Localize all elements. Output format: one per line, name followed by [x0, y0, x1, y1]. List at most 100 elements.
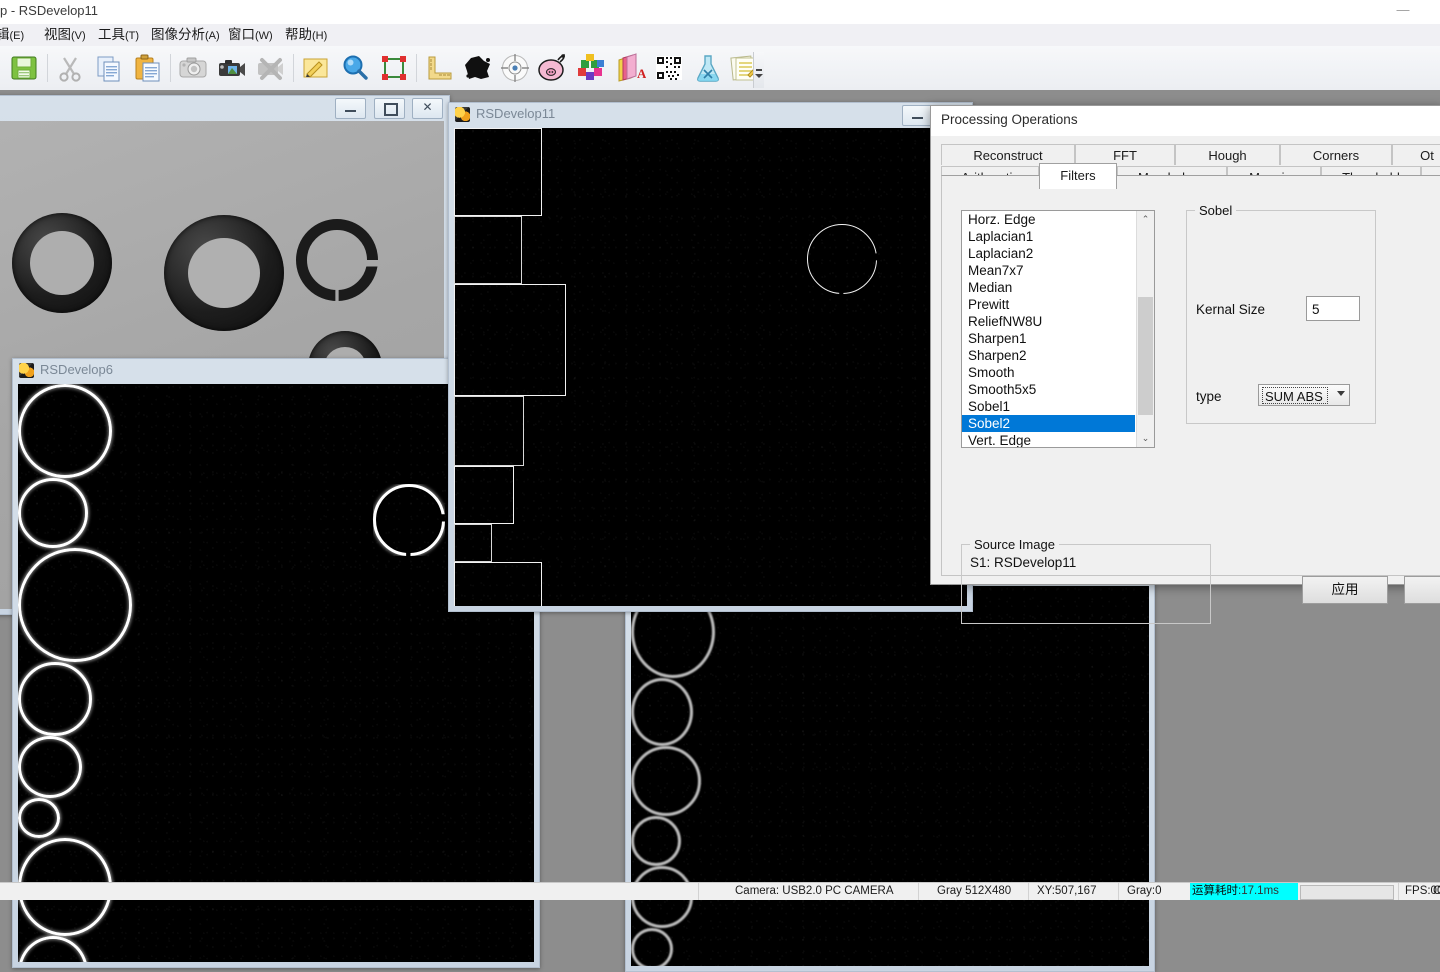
dialog-titlebar[interactable]: Processing Operations — [931, 106, 1440, 136]
tab-filters[interactable]: Filters — [1039, 163, 1117, 189]
toolbar-separator — [170, 54, 171, 82]
scroll-up-icon[interactable]: ⌃ — [1137, 211, 1154, 228]
app-window-icon — [19, 363, 34, 378]
o-ring — [164, 215, 284, 331]
menu-mnemonic: (V) — [71, 30, 86, 42]
svg-text:A: A — [637, 66, 646, 81]
toolbar-overflow-button[interactable] — [753, 52, 764, 88]
filters-tab-page: Horz. Edge Laplacian1 Laplacian2 Mean7x7… — [941, 175, 1440, 624]
close-button[interactable] — [412, 98, 443, 119]
filter-item-sobel2[interactable]: Sobel2 — [962, 415, 1135, 432]
filter-item-laplacian1[interactable]: Laplacian1 — [962, 228, 1135, 245]
filter-item-sharpen1[interactable]: Sharpen1 — [962, 330, 1135, 347]
camera-icon[interactable] — [177, 52, 209, 84]
dialog-title: Processing Operations — [941, 112, 1078, 127]
source-image-item[interactable]: S1: RSDevelop11 — [970, 555, 1076, 570]
window-title: RSDevelop11 — [476, 106, 556, 121]
close-button[interactable]: 关 — [1404, 576, 1440, 604]
status-processing-time: 运算耗时:17.1ms — [1190, 883, 1298, 900]
sobel-type-combobox[interactable]: SUM ABS — [1258, 384, 1350, 406]
tab-corners[interactable]: Corners — [1280, 144, 1392, 165]
cut-icon[interactable] — [54, 52, 86, 84]
save-icon[interactable] — [8, 52, 40, 84]
image-canvas-background[interactable] — [631, 586, 1149, 966]
processing-operations-dialog[interactable]: Processing Operations Reconstruct FFT Ho… — [930, 105, 1440, 624]
toolbar-separator — [47, 54, 48, 82]
apply-button[interactable]: 应用 — [1302, 576, 1388, 604]
minimize-button[interactable] — [901, 105, 933, 126]
tab-hough[interactable]: Hough — [1175, 144, 1280, 165]
menu-item-tools[interactable]: 工具(T) — [98, 24, 139, 46]
filter-item-smooth5x5[interactable]: Smooth5x5 — [962, 381, 1135, 398]
scrollbar-thumb[interactable] — [1138, 297, 1153, 415]
scroll-down-icon[interactable]: ⌄ — [1137, 430, 1154, 447]
status-camera: Camera: USB2.0 PC CAMERA — [698, 883, 918, 900]
close-camera-icon[interactable] — [255, 52, 287, 84]
menu-label: 窗口 — [228, 27, 255, 42]
rsdevelop11-window[interactable]: RSDevelop11 — [448, 102, 973, 612]
filter-item-median[interactable]: Median — [962, 279, 1135, 296]
tab-others[interactable]: Ot — [1392, 144, 1440, 165]
filter-list-scrollbar[interactable]: ⌃ ⌄ — [1136, 211, 1154, 447]
window-buttons — [332, 98, 443, 119]
filter-item-sobel1[interactable]: Sobel1 — [962, 398, 1135, 415]
menu-item-image-analysis[interactable]: 图像分析(A) — [151, 24, 220, 46]
filter-item-laplacian2[interactable]: Laplacian2 — [962, 245, 1135, 262]
target-icon[interactable] — [499, 52, 531, 84]
maximize-button[interactable] — [373, 98, 405, 119]
menu-item-view[interactable]: 视图(V) — [44, 24, 86, 46]
pig-icon[interactable] — [536, 52, 568, 84]
kernel-size-label: Kernal Size — [1196, 302, 1266, 317]
status-time-value: :17.1ms — [1238, 885, 1279, 897]
paste-icon[interactable] — [132, 52, 164, 84]
filter-item-mean7x7[interactable]: Mean7x7 — [962, 262, 1135, 279]
source-image-group-label: Source Image — [970, 537, 1059, 552]
status-progressbar — [1300, 885, 1394, 900]
toolbar-separator — [293, 54, 294, 82]
edge-ring — [631, 816, 681, 866]
source-image-group: Source Image S1: RSDevelop11 — [961, 537, 1211, 624]
magnifier-icon[interactable] — [339, 52, 371, 84]
video-camera-icon[interactable] — [216, 52, 248, 84]
tab-reconstruct[interactable]: Reconstruct — [941, 144, 1075, 165]
flask-icon[interactable] — [692, 52, 724, 84]
tab-fft[interactable]: FFT — [1075, 144, 1175, 165]
menu-item-edit[interactable]: 辑(E) — [0, 24, 24, 46]
sobel-group-label: Sobel — [1195, 203, 1237, 218]
filter-item-smooth[interactable]: Smooth — [962, 364, 1135, 381]
filter-item-vert-edge[interactable]: Vert. Edge — [962, 432, 1135, 447]
blob-icon[interactable] — [462, 52, 494, 84]
filter-item-horz-edge[interactable]: Horz. Edge — [962, 211, 1135, 228]
window-title: RSDevelop6 — [40, 362, 113, 377]
measure-rect-icon[interactable] — [378, 52, 410, 84]
edge-ring — [631, 678, 693, 746]
window-titlebar[interactable]: RSDevelop11 — [448, 102, 973, 128]
filter-item-sharpen2[interactable]: Sharpen2 — [962, 347, 1135, 364]
filter-listbox[interactable]: Horz. Edge Laplacian1 Laplacian2 Mean7x7… — [961, 210, 1155, 448]
window-titlebar[interactable]: p — [0, 95, 450, 121]
copy-icon[interactable] — [93, 52, 125, 84]
ocr-icon[interactable]: A — [614, 52, 647, 84]
ruler-icon[interactable] — [423, 52, 455, 84]
window-minimize-button[interactable]: — — [1388, 3, 1418, 20]
kernel-size-input[interactable]: 5 — [1306, 296, 1360, 321]
color-blocks-icon[interactable] — [575, 52, 607, 84]
filter-list: Horz. Edge Laplacian1 Laplacian2 Mean7x7… — [962, 211, 1135, 447]
menu-mnemonic: (E) — [9, 30, 25, 42]
app-titlebar: p - RSDevelop11 — — [0, 0, 1440, 25]
filter-item-prewitt[interactable]: Prewitt — [962, 296, 1135, 313]
o-ring — [12, 213, 112, 313]
menu-mnemonic: (H) — [312, 30, 328, 42]
edge-ring — [631, 746, 701, 816]
app-title: p - RSDevelop11 — [0, 3, 99, 18]
toolbar: A — [0, 46, 1440, 91]
minimize-button[interactable] — [335, 98, 367, 119]
image-canvas-sobel-thin[interactable] — [454, 128, 967, 606]
filter-item-reliefnw8u[interactable]: ReliefNW8U — [962, 313, 1135, 330]
barcode-icon[interactable] — [653, 52, 685, 84]
menu-item-window[interactable]: 窗口(W) — [228, 24, 273, 46]
chevron-down-icon[interactable] — [1337, 391, 1345, 396]
tab-strip: Reconstruct FFT Hough Corners Ot Arithme… — [941, 144, 1440, 189]
menu-item-help[interactable]: 帮助(H) — [285, 24, 327, 46]
roi-icon[interactable] — [300, 52, 332, 84]
